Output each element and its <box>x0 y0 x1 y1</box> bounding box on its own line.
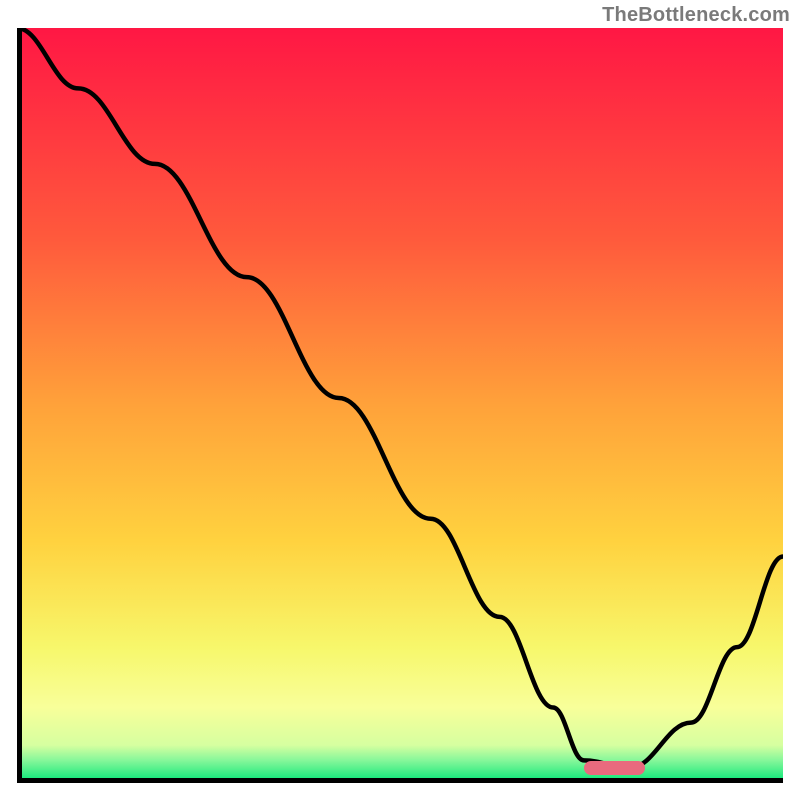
optimal-range-marker <box>584 761 645 775</box>
axes-frame <box>17 28 783 783</box>
chart-stage: TheBottleneck.com <box>0 0 800 800</box>
watermark-text: TheBottleneck.com <box>602 4 790 27</box>
